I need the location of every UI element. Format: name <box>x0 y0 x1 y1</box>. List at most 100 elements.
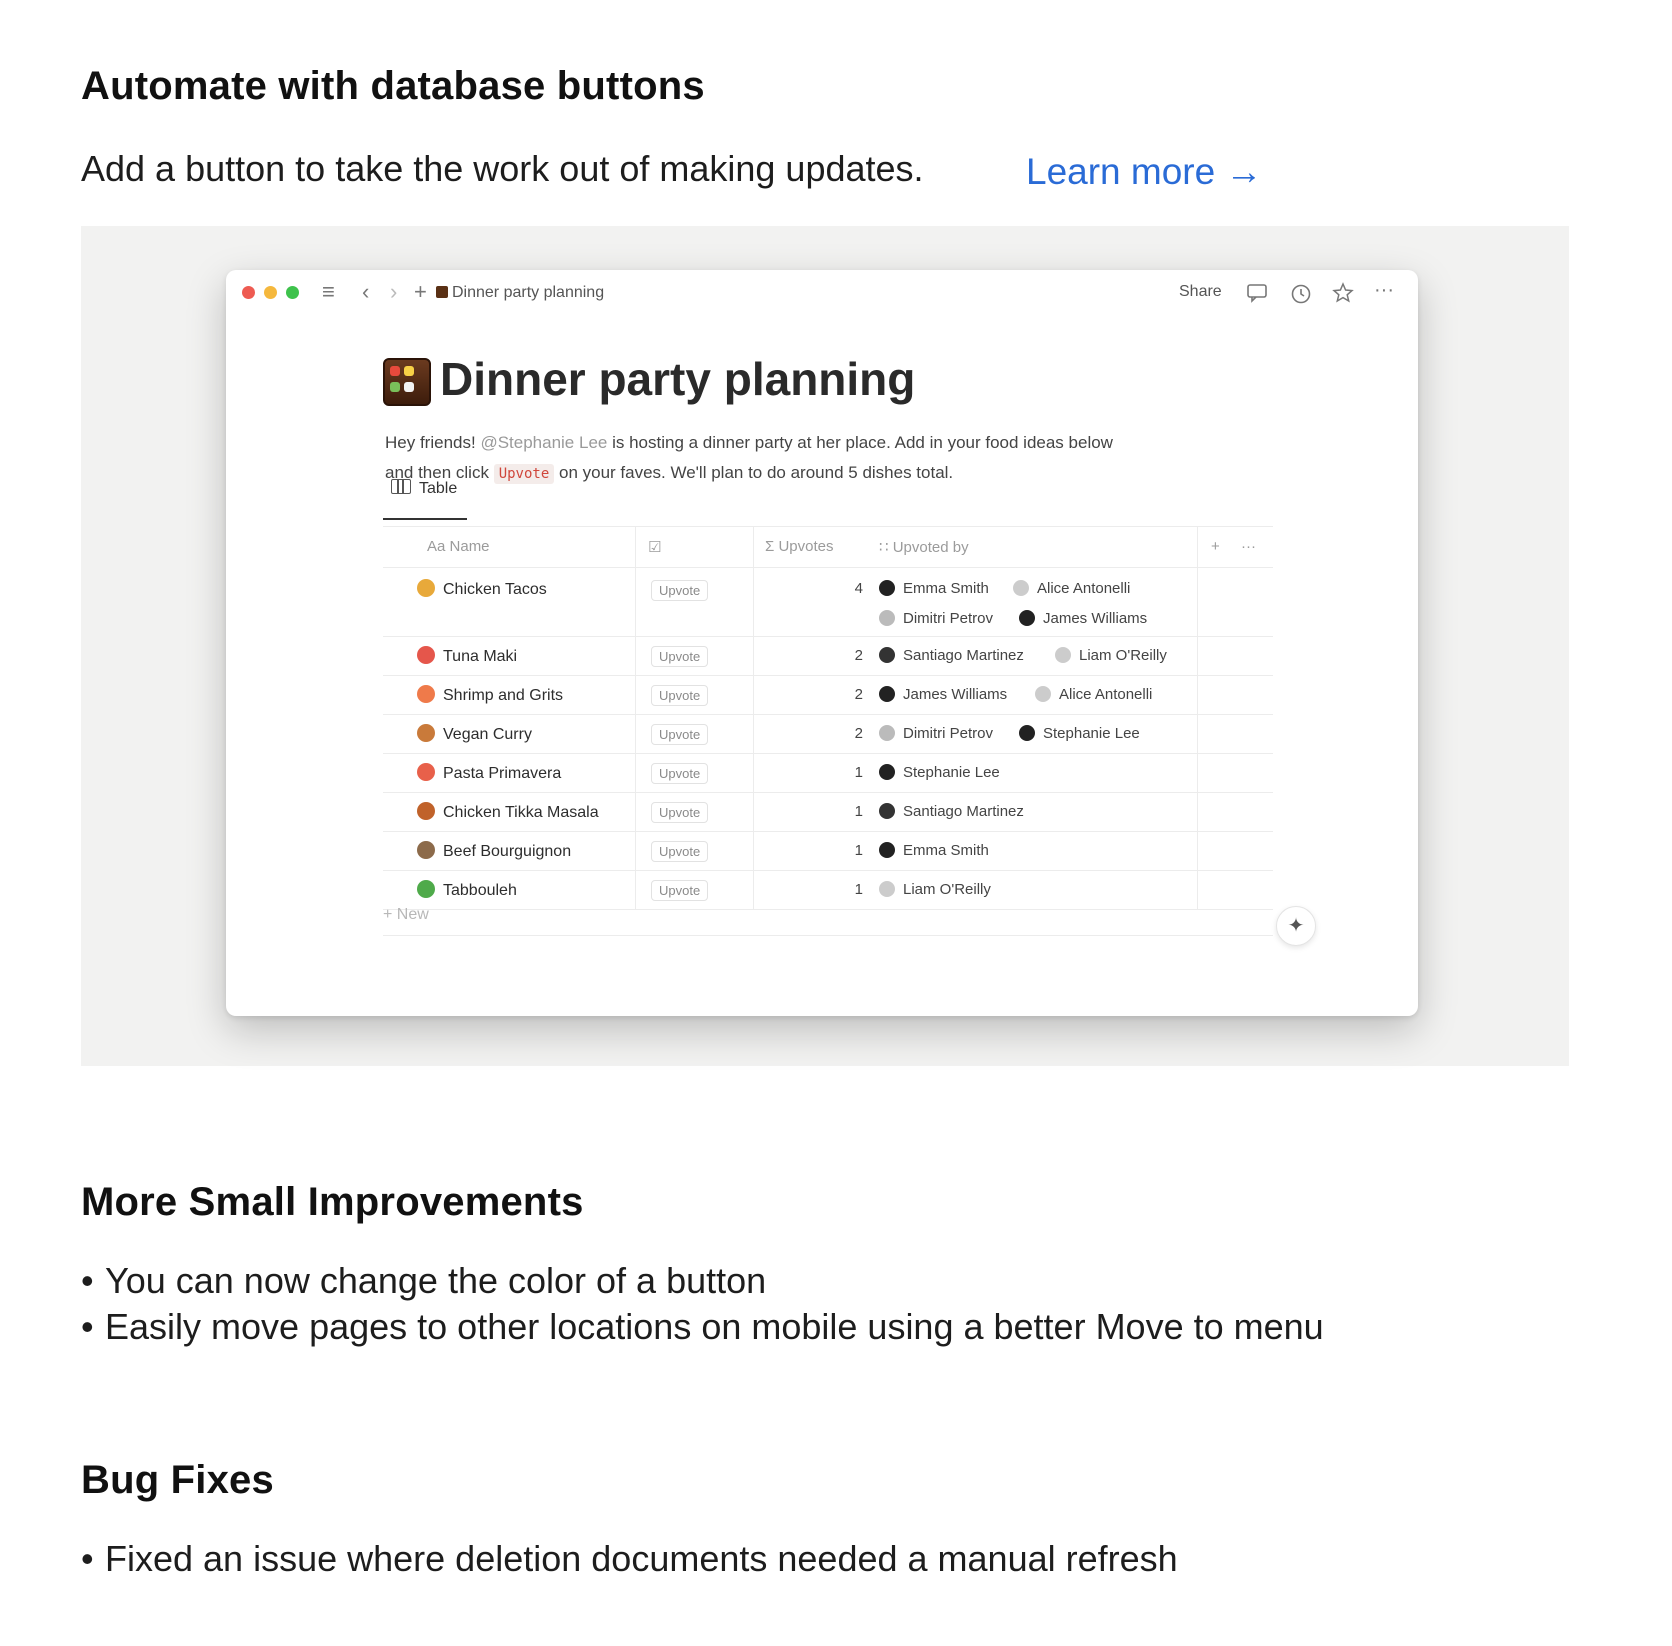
row-name[interactable]: Tabbouleh <box>417 880 517 900</box>
person-tag[interactable]: Stephanie Lee <box>879 764 1000 781</box>
column-header-button[interactable]: ☑ <box>648 538 661 556</box>
sushi-icon <box>417 646 435 664</box>
person-tag[interactable]: Emma Smith <box>879 842 989 859</box>
avatar <box>879 764 895 780</box>
upvote-button[interactable]: Upvote <box>651 646 709 667</box>
tab-table[interactable]: Table <box>383 479 457 498</box>
taco-icon <box>417 579 435 597</box>
person-tag[interactable]: Santiago Martinez <box>879 647 1024 664</box>
breadcrumb[interactable]: Dinner party planning <box>452 284 604 302</box>
table-row[interactable]: Vegan Curry Upvote 2 Dimitri Petrov Step… <box>383 715 1273 754</box>
avatar <box>879 803 895 819</box>
upvote-count: 1 <box>854 881 863 898</box>
section-lead-text: Add a button to take the work out of mak… <box>81 148 924 189</box>
breadcrumb-page-icon <box>436 286 448 298</box>
table-icon <box>391 479 411 494</box>
menu-icon[interactable]: ≡ <box>322 278 335 306</box>
avatar <box>879 580 895 596</box>
close-window-button[interactable] <box>242 286 255 299</box>
upvote-button[interactable]: Upvote <box>651 880 709 901</box>
favorite-star-icon[interactable] <box>1332 282 1354 309</box>
tab-label: Table <box>419 480 458 497</box>
table-header-row: Aa Name ☑ Σ Upvotes ∷ Upvoted by + ··· <box>383 526 1273 568</box>
upvote-count: 2 <box>854 725 863 742</box>
person-tag[interactable]: Alice Antonelli <box>1013 580 1130 597</box>
person-tag[interactable]: Dimitri Petrov <box>879 610 993 627</box>
avatar <box>1019 610 1035 626</box>
avatar <box>879 686 895 702</box>
row-name[interactable]: Chicken Tikka Masala <box>417 802 599 822</box>
row-name[interactable]: Tuna Maki <box>417 646 517 666</box>
upvote-button[interactable]: Upvote <box>651 724 709 745</box>
section-title-bug-fixes: Bug Fixes <box>81 1458 274 1502</box>
maximize-window-button[interactable] <box>286 286 299 299</box>
table-row[interactable]: Tuna Maki Upvote 2 Santiago Martinez Lia… <box>383 637 1273 676</box>
column-header-name[interactable]: Aa Name <box>427 538 490 555</box>
avatar <box>879 881 895 897</box>
avatar <box>879 725 895 741</box>
table-row[interactable]: Shrimp and Grits Upvote 2 James Williams… <box>383 676 1273 715</box>
forward-arrow-icon[interactable]: › <box>390 278 397 306</box>
upvote-count: 1 <box>854 842 863 859</box>
table-row[interactable]: Beef Bourguignon Upvote 1 Emma Smith <box>383 832 1273 871</box>
row-name[interactable]: Beef Bourguignon <box>417 841 571 861</box>
share-button[interactable]: Share <box>1179 283 1222 301</box>
list-item: • Easily move pages to other locations on… <box>81 1306 1324 1347</box>
comment-icon[interactable] <box>1246 283 1268 308</box>
history-clock-icon[interactable] <box>1290 283 1312 310</box>
upvote-button[interactable]: Upvote <box>651 841 709 862</box>
bento-box-icon <box>383 358 431 406</box>
upvote-count: 1 <box>854 803 863 820</box>
back-arrow-icon[interactable]: ‹ <box>362 278 369 306</box>
new-page-icon[interactable]: + <box>414 278 427 306</box>
person-tag[interactable]: Santiago Martinez <box>879 803 1024 820</box>
learn-more-link[interactable]: Learn more → <box>1026 151 1263 193</box>
row-name[interactable]: Vegan Curry <box>417 724 532 744</box>
shrimp-icon <box>417 685 435 703</box>
upvote-button[interactable]: Upvote <box>651 802 709 823</box>
person-tag[interactable]: Liam O'Reilly <box>1055 647 1167 664</box>
row-name[interactable]: Shrimp and Grits <box>417 685 563 705</box>
person-tag[interactable]: Alice Antonelli <box>1035 686 1152 703</box>
section-title-automate: Automate with database buttons <box>81 64 705 108</box>
curry-icon <box>417 724 435 742</box>
person-tag[interactable]: James Williams <box>1019 610 1147 627</box>
upvote-button[interactable]: Upvote <box>651 580 709 601</box>
person-tag[interactable]: Dimitri Petrov <box>879 725 993 742</box>
salad-icon <box>417 880 435 898</box>
desc-text: Hey friends! <box>385 433 481 452</box>
minimize-window-button[interactable] <box>264 286 277 299</box>
user-mention[interactable]: @Stephanie Lee <box>480 433 607 452</box>
new-row-button[interactable]: + New <box>383 906 429 924</box>
section-title-improvements: More Small Improvements <box>81 1180 584 1224</box>
upvote-button[interactable]: Upvote <box>651 763 709 784</box>
table-row[interactable]: Tabbouleh Upvote 1 Liam O'Reilly <box>383 871 1273 910</box>
add-column-button[interactable]: + <box>1211 538 1220 555</box>
person-tag[interactable]: Stephanie Lee <box>1019 725 1140 742</box>
avatar <box>1013 580 1029 596</box>
column-header-upvotes[interactable]: Σ Upvotes <box>765 538 833 555</box>
avatar <box>1055 647 1071 663</box>
page-description: Hey friends! @Stephanie Lee is hosting a… <box>385 428 1265 489</box>
person-tag[interactable]: James Williams <box>879 686 1007 703</box>
tab-active-indicator <box>383 518 467 520</box>
avatar <box>879 610 895 626</box>
column-options-button[interactable]: ··· <box>1241 538 1256 555</box>
pasta-icon <box>417 763 435 781</box>
table-row[interactable]: Chicken Tacos Upvote 4 Emma Smith Alice … <box>383 568 1273 637</box>
upvote-count: 1 <box>854 764 863 781</box>
ai-sparkle-button[interactable]: ✦ <box>1276 906 1316 946</box>
avatar <box>1019 725 1035 741</box>
person-tag[interactable]: Emma Smith <box>879 580 989 597</box>
database-table: Aa Name ☑ Σ Upvotes ∷ Upvoted by + ··· C… <box>383 526 1273 910</box>
table-row[interactable]: Pasta Primavera Upvote 1 Stephanie Lee <box>383 754 1273 793</box>
upvote-button[interactable]: Upvote <box>651 685 709 706</box>
row-name[interactable]: Pasta Primavera <box>417 763 561 783</box>
person-tag[interactable]: Liam O'Reilly <box>879 881 991 898</box>
column-header-upvoted-by[interactable]: ∷ Upvoted by <box>879 538 969 556</box>
stew-icon <box>417 841 435 859</box>
table-row[interactable]: Chicken Tikka Masala Upvote 1 Santiago M… <box>383 793 1273 832</box>
row-name[interactable]: Chicken Tacos <box>417 579 547 599</box>
more-options-icon[interactable]: ··· <box>1374 276 1394 304</box>
list-item: • Fixed an issue where deletion documents… <box>81 1538 1178 1579</box>
